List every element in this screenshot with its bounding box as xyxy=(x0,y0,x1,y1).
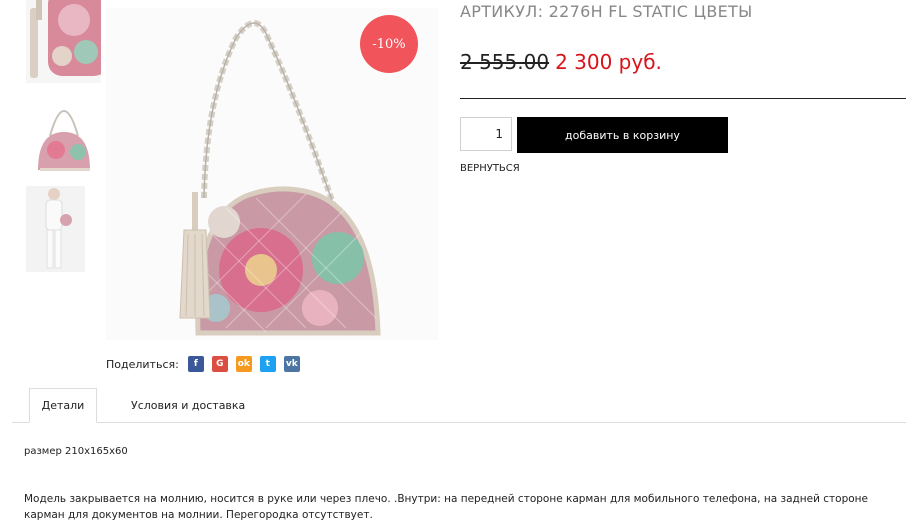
tab-details-label: Детали xyxy=(41,399,85,412)
description-size: размер 210x165x60 xyxy=(24,446,128,457)
discount-badge: -10% xyxy=(360,15,418,73)
price-row: 2 555.00 2 300 руб. xyxy=(460,50,662,74)
facebook-icon[interactable]: f xyxy=(187,356,204,372)
odnoklassniki-icon[interactable]: ok xyxy=(235,356,252,372)
google-plus-icon[interactable]: G xyxy=(211,356,228,372)
back-link[interactable]: ВЕРНУТЬСЯ xyxy=(460,163,520,174)
tab-details[interactable]: Детали xyxy=(29,388,97,423)
new-price: 2 300 руб. xyxy=(555,50,662,74)
description-text: Модель закрывается на молнию, носится в … xyxy=(24,493,868,521)
thumbnail-2[interactable] xyxy=(26,88,101,180)
add-to-cart-button[interactable]: добавить в корзину xyxy=(517,117,728,153)
vk-icon[interactable]: vk xyxy=(283,356,300,372)
article-title: АРТИКУЛ: 2276H FL STATIC ЦВЕТЫ xyxy=(460,2,753,21)
thumbnail-1[interactable] xyxy=(26,0,101,83)
twitter-icon[interactable]: t xyxy=(259,356,276,372)
share-label: Поделиться: xyxy=(106,357,179,371)
divider xyxy=(460,98,906,99)
quantity-input[interactable] xyxy=(460,117,512,151)
thumbnail-3[interactable] xyxy=(26,186,101,272)
tab-delivery[interactable]: Условия и доставка xyxy=(131,399,245,412)
share-row: Поделиться: f G ok t vk xyxy=(106,354,308,374)
tabs-divider xyxy=(12,422,906,423)
old-price: 2 555.00 xyxy=(460,50,550,74)
